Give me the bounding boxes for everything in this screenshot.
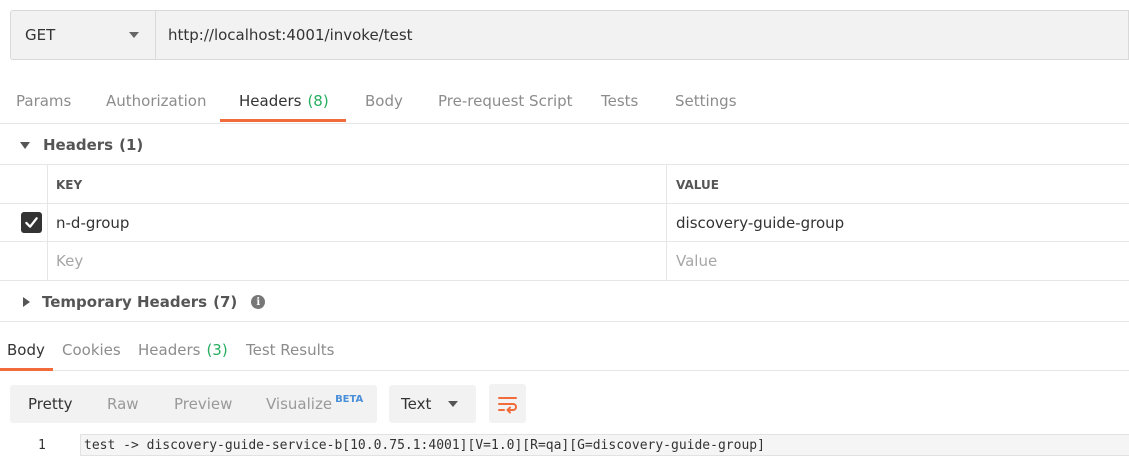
header-value: discovery-guide-group bbox=[676, 214, 845, 232]
key-column-header: KEY bbox=[47, 165, 666, 204]
header-value-cell[interactable]: discovery-guide-group bbox=[666, 204, 1129, 242]
header-key: n-d-group bbox=[56, 214, 130, 232]
section-count: (7) bbox=[213, 293, 238, 311]
tab-label: Settings bbox=[675, 92, 737, 110]
column-label: KEY bbox=[56, 177, 83, 192]
active-response-tab-indicator bbox=[0, 368, 53, 371]
url-text: http://localhost:4001/invoke/test bbox=[168, 26, 413, 44]
tab-label: Authorization bbox=[106, 92, 207, 110]
section-title: Temporary Headers bbox=[42, 293, 208, 311]
tab-tests[interactable]: Tests bbox=[601, 78, 638, 124]
view-preview-button[interactable]: Preview bbox=[174, 385, 232, 423]
value-column-header: VALUE bbox=[666, 165, 1129, 204]
format-label: Text bbox=[401, 395, 432, 413]
wrap-lines-button[interactable] bbox=[489, 384, 526, 423]
section-count: (1) bbox=[119, 136, 144, 154]
tab-count: (3) bbox=[206, 341, 228, 359]
response-tabs: Body Cookies Headers (3) Test Results bbox=[0, 330, 1129, 371]
view-mode-group: Pretty Raw Preview Visualize BETA bbox=[10, 385, 377, 423]
tab-authorization[interactable]: Authorization bbox=[106, 78, 206, 124]
tab-label: Pre-request Script bbox=[438, 92, 573, 110]
tab-count: (8) bbox=[307, 92, 329, 110]
chevron-down-icon bbox=[448, 401, 458, 407]
new-key-input[interactable]: Key bbox=[47, 242, 666, 280]
format-select[interactable]: Text bbox=[389, 385, 476, 423]
triangle-right-icon bbox=[23, 297, 30, 307]
headers-section-toggle[interactable]: Headers (1) bbox=[20, 135, 143, 155]
table-row: n-d-group discovery-guide-group bbox=[0, 203, 1129, 242]
response-tab-headers[interactable]: Headers (3) bbox=[138, 330, 228, 370]
url-input[interactable]: http://localhost:4001/invoke/test bbox=[156, 10, 1129, 60]
request-url-bar: GET http://localhost:4001/invoke/test bbox=[10, 10, 1129, 60]
tab-headers[interactable]: Headers (8) bbox=[239, 78, 329, 124]
response-body-text[interactable]: test -> discovery-guide-service-b[10.0.7… bbox=[80, 434, 1129, 456]
response-tab-test-results[interactable]: Test Results bbox=[246, 330, 334, 370]
view-label: Visualize bbox=[266, 395, 333, 413]
tab-label: Test Results bbox=[246, 341, 335, 359]
section-title: Headers bbox=[43, 136, 114, 154]
view-pretty-button[interactable]: Pretty bbox=[28, 385, 73, 423]
response-body-line: 1 test -> discovery-guide-service-b[10.0… bbox=[0, 433, 1129, 457]
tab-label: Headers bbox=[138, 341, 201, 359]
chevron-down-icon bbox=[129, 32, 139, 38]
method-select[interactable]: GET bbox=[10, 10, 156, 60]
info-icon[interactable]: i bbox=[251, 295, 266, 309]
request-tabs: Params Authorization Headers (8) Body Pr… bbox=[0, 78, 1129, 124]
key-placeholder: Key bbox=[56, 252, 84, 270]
response-text: test -> discovery-guide-service-b[10.0.7… bbox=[84, 437, 765, 453]
checkmark-icon bbox=[25, 217, 38, 228]
temporary-headers-toggle[interactable]: Temporary Headers (7) i bbox=[20, 292, 266, 312]
header-key-cell[interactable]: n-d-group bbox=[47, 204, 666, 242]
view-raw-button[interactable]: Raw bbox=[107, 385, 139, 423]
view-label: Pretty bbox=[28, 395, 73, 413]
column-label: VALUE bbox=[676, 177, 719, 192]
new-value-input[interactable]: Value bbox=[666, 242, 1129, 280]
tab-label: Tests bbox=[601, 92, 639, 110]
tab-label: Body bbox=[365, 92, 403, 110]
tab-label: Params bbox=[16, 92, 72, 110]
tab-body[interactable]: Body bbox=[365, 78, 403, 124]
tab-label: Body bbox=[7, 341, 45, 359]
active-tab-indicator bbox=[220, 119, 346, 122]
line-number: 1 bbox=[38, 437, 46, 453]
table-header-row: KEY VALUE bbox=[0, 164, 1129, 204]
tab-label: Headers bbox=[239, 92, 302, 110]
beta-badge: BETA bbox=[335, 393, 364, 405]
tab-params[interactable]: Params bbox=[16, 78, 71, 124]
tab-pre-request-script[interactable]: Pre-request Script bbox=[438, 78, 573, 124]
view-label: Raw bbox=[107, 395, 139, 413]
method-label: GET bbox=[25, 26, 56, 44]
divider bbox=[0, 321, 1129, 322]
value-placeholder: Value bbox=[676, 252, 718, 270]
header-enabled-checkbox[interactable] bbox=[21, 212, 42, 233]
table-row-new: Key Value bbox=[0, 241, 1129, 281]
tab-settings[interactable]: Settings bbox=[675, 78, 737, 124]
triangle-down-icon bbox=[20, 141, 30, 149]
response-tab-cookies[interactable]: Cookies bbox=[62, 330, 121, 370]
wrap-lines-icon bbox=[497, 396, 517, 413]
tab-label: Cookies bbox=[62, 341, 121, 359]
view-visualize-button[interactable]: Visualize BETA bbox=[266, 385, 363, 423]
response-tab-body[interactable]: Body bbox=[7, 330, 45, 370]
view-label: Preview bbox=[174, 395, 233, 413]
